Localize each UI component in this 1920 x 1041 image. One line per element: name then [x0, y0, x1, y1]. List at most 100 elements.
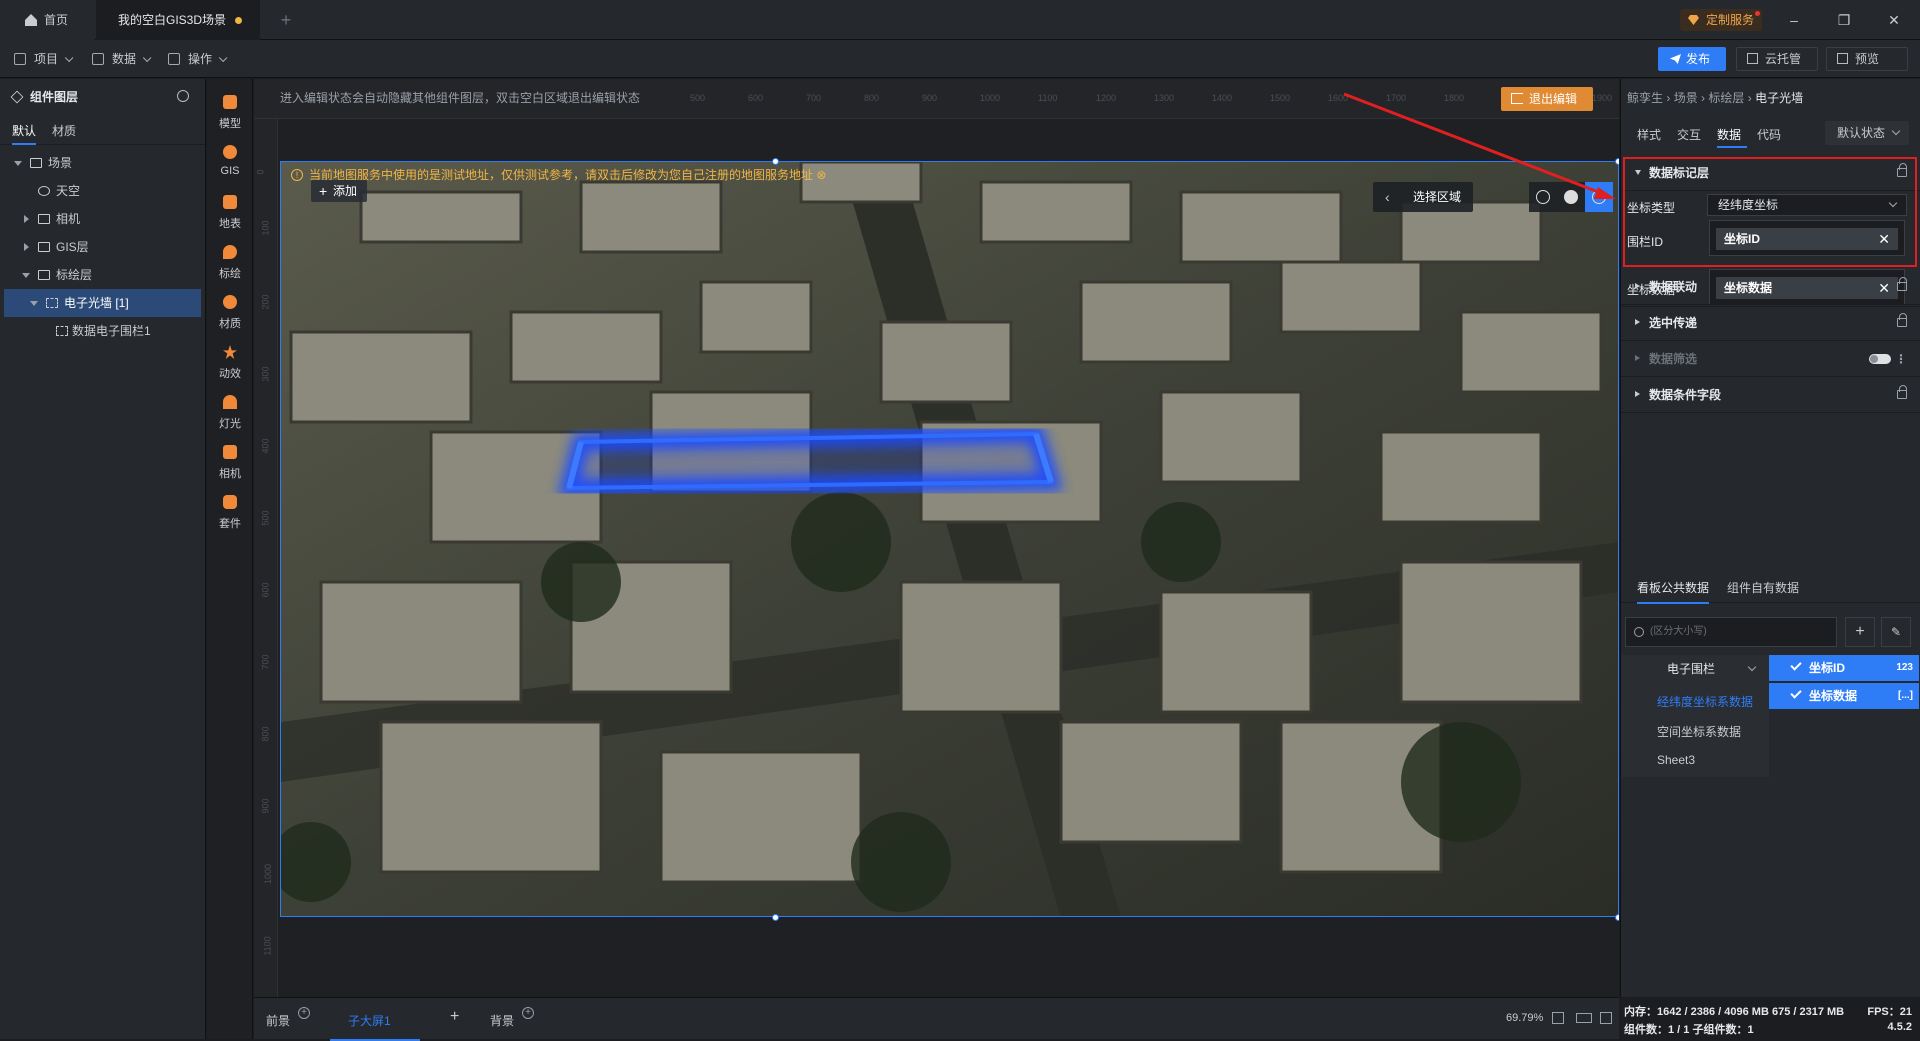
add-foreground-icon[interactable]: + [298, 1007, 310, 1019]
tool-camera[interactable]: 相机 [207, 437, 253, 487]
resize-handle[interactable] [1615, 914, 1619, 921]
maximize-button[interactable]: ❐ [1834, 10, 1854, 30]
tree-item-lightwall[interactable]: 电子光墙 [1] [4, 289, 201, 317]
ruler-tick: 700 [260, 654, 271, 670]
tab-style[interactable]: 样式 [1637, 126, 1661, 143]
background-tab[interactable]: 背景 [490, 1012, 514, 1029]
coord-type-select[interactable]: 经纬度坐标 [1707, 194, 1907, 216]
lock-icon[interactable] [1897, 313, 1907, 327]
tab-scene[interactable]: 我的空白GIS3D场景 [96, 0, 260, 40]
minimize-button[interactable]: – [1784, 10, 1804, 30]
menu-data[interactable]: 数据 [92, 50, 152, 68]
close-icon[interactable]: ⊗ [816, 168, 826, 182]
menu-ops[interactable]: 操作 [168, 50, 228, 68]
add-background-icon[interactable]: + [522, 1007, 534, 1019]
tool-kit[interactable]: 套件 [207, 487, 253, 537]
section-condition-field[interactable]: 数据条件字段 [1621, 377, 1920, 413]
crumb-item[interactable]: 鲸孪生 [1627, 91, 1663, 105]
keyboard-icon[interactable] [1576, 1013, 1592, 1023]
tool-gis[interactable]: GIS [207, 137, 253, 187]
tool-material[interactable]: 材质 [207, 287, 253, 337]
tab-material[interactable]: 材质 [52, 122, 76, 139]
tree-item-camera[interactable]: 相机 [0, 205, 205, 233]
map-circle-button[interactable] [1557, 182, 1585, 212]
cloud-host-button[interactable]: 云托管 [1736, 47, 1818, 71]
edit-data-button[interactable]: ✎ [1881, 617, 1911, 647]
tree-item-gis[interactable]: GIS层 [0, 233, 205, 261]
tab-default[interactable]: 默认 [12, 122, 37, 145]
resize-handle[interactable] [772, 158, 779, 165]
map-viewport[interactable]: ! 当前地图服务中使用的是测试地址，仅供测试参考，请双击后修改为您自己注册的地图服… [280, 161, 1619, 917]
custom-service-button[interactable]: 定制服务 [1680, 9, 1763, 31]
ruler-tick: 1600 [1328, 93, 1349, 103]
publish-button[interactable]: 发布 [1658, 47, 1726, 71]
foreground-tab[interactable]: 前景 [266, 1012, 290, 1029]
memory-stats: 内存：1642 / 2386 / 4096 MB 675 / 2317 MB [1624, 1006, 1845, 1018]
menu-project[interactable]: 项目 [14, 50, 74, 68]
send-icon [1747, 53, 1758, 64]
terminal-icon[interactable] [1600, 1012, 1612, 1024]
select-region-button[interactable]: ‹ 选择区域 [1373, 182, 1473, 212]
fit-screen-icon[interactable] [1552, 1012, 1564, 1024]
add-screen-icon[interactable]: + [450, 1008, 459, 1026]
data-search-input[interactable]: (区分大小写) [1625, 617, 1837, 647]
tab-interaction[interactable]: 交互 [1677, 126, 1701, 143]
map-globe-button[interactable] [1529, 182, 1557, 212]
data-item-space[interactable]: 空间坐标系数据 [1657, 723, 1741, 740]
camera-icon [223, 445, 237, 459]
tool-model[interactable]: 模型 [207, 87, 253, 137]
tree-item-scene[interactable]: 场景 [0, 149, 205, 177]
exit-edit-button[interactable]: 退出编辑 [1501, 87, 1593, 111]
sub-screen-tab[interactable]: 子大屏1 [330, 1012, 420, 1041]
close-icon[interactable]: ✕ [1878, 228, 1890, 250]
section-select-pass[interactable]: 选中传递 [1621, 305, 1920, 341]
star-icon [223, 345, 237, 359]
crumb-item[interactable]: 场景 [1674, 91, 1698, 105]
search-icon[interactable] [177, 90, 189, 102]
filter-toggle[interactable] [1869, 354, 1891, 364]
data-group-fence[interactable]: 电子围栏 [1621, 655, 1769, 683]
resize-handle[interactable] [772, 914, 779, 921]
tool-light[interactable]: 灯光 [207, 387, 253, 437]
tool-effect[interactable]: 动效 [207, 337, 253, 387]
lock-icon[interactable] [1897, 277, 1907, 291]
tool-terrain[interactable]: 地表 [207, 187, 253, 237]
tab-home[interactable]: 首页 [0, 0, 95, 40]
state-select[interactable]: 默认状态 [1825, 121, 1909, 145]
tree-item-fence[interactable]: 数据电子围栏1 [0, 317, 205, 345]
data-item-latlng[interactable]: 经纬度坐标系数据 [1657, 693, 1753, 710]
lock-icon[interactable] [1897, 385, 1907, 399]
tab-public-data[interactable]: 看板公共数据 [1637, 579, 1710, 604]
ruler-tick: 800 [260, 726, 271, 742]
more-icon[interactable]: ⋮ [1895, 341, 1907, 377]
scene-icon [30, 158, 42, 168]
tab-data[interactable]: 数据 [1717, 126, 1741, 143]
tree-item-sky[interactable]: 天空 [0, 177, 205, 205]
resize-handle[interactable] [1615, 158, 1619, 165]
zoom-level[interactable]: 69.79% [1506, 1012, 1543, 1024]
ruler-tick: 1000 [263, 863, 274, 885]
canvas-area: 进入编辑状态会自动隐藏其他组件图层，双击空白区域退出编辑状态 500 600 7… [254, 79, 1619, 997]
map-rotate-button[interactable] [1585, 182, 1613, 212]
tab-code[interactable]: 代码 [1757, 126, 1781, 143]
data-field-coord-id[interactable]: 坐标ID 123 [1769, 655, 1919, 681]
section-data-filter[interactable]: 数据筛选 ⋮ [1621, 341, 1920, 377]
crumb-item[interactable]: 标绘层 [1708, 91, 1744, 105]
new-tab-button[interactable]: + [268, 0, 304, 40]
tab-own-data[interactable]: 组件自有数据 [1727, 579, 1799, 596]
add-data-button[interactable]: + [1845, 617, 1875, 647]
data-item-sheet3[interactable]: Sheet3 [1657, 753, 1695, 767]
tool-plot[interactable]: 标绘 [207, 237, 253, 287]
close-button[interactable]: ✕ [1884, 10, 1904, 30]
gis-icon [38, 242, 50, 252]
preview-button[interactable]: 预览 [1826, 47, 1908, 71]
check-icon [1790, 659, 1802, 671]
tree-item-plot[interactable]: 标绘层 [0, 261, 205, 289]
data-field-coord-data[interactable]: 坐标数据 [...] [1769, 683, 1919, 709]
light-wall[interactable] [557, 424, 1064, 498]
add-button[interactable]: + 添加 [311, 180, 368, 202]
fps-stat: FPS：21 [1867, 1006, 1912, 1018]
section-data-link[interactable]: 数据联动 [1621, 269, 1920, 305]
search-icon [1634, 627, 1644, 637]
fence-id-field[interactable]: 坐标ID ✕ [1709, 220, 1905, 256]
